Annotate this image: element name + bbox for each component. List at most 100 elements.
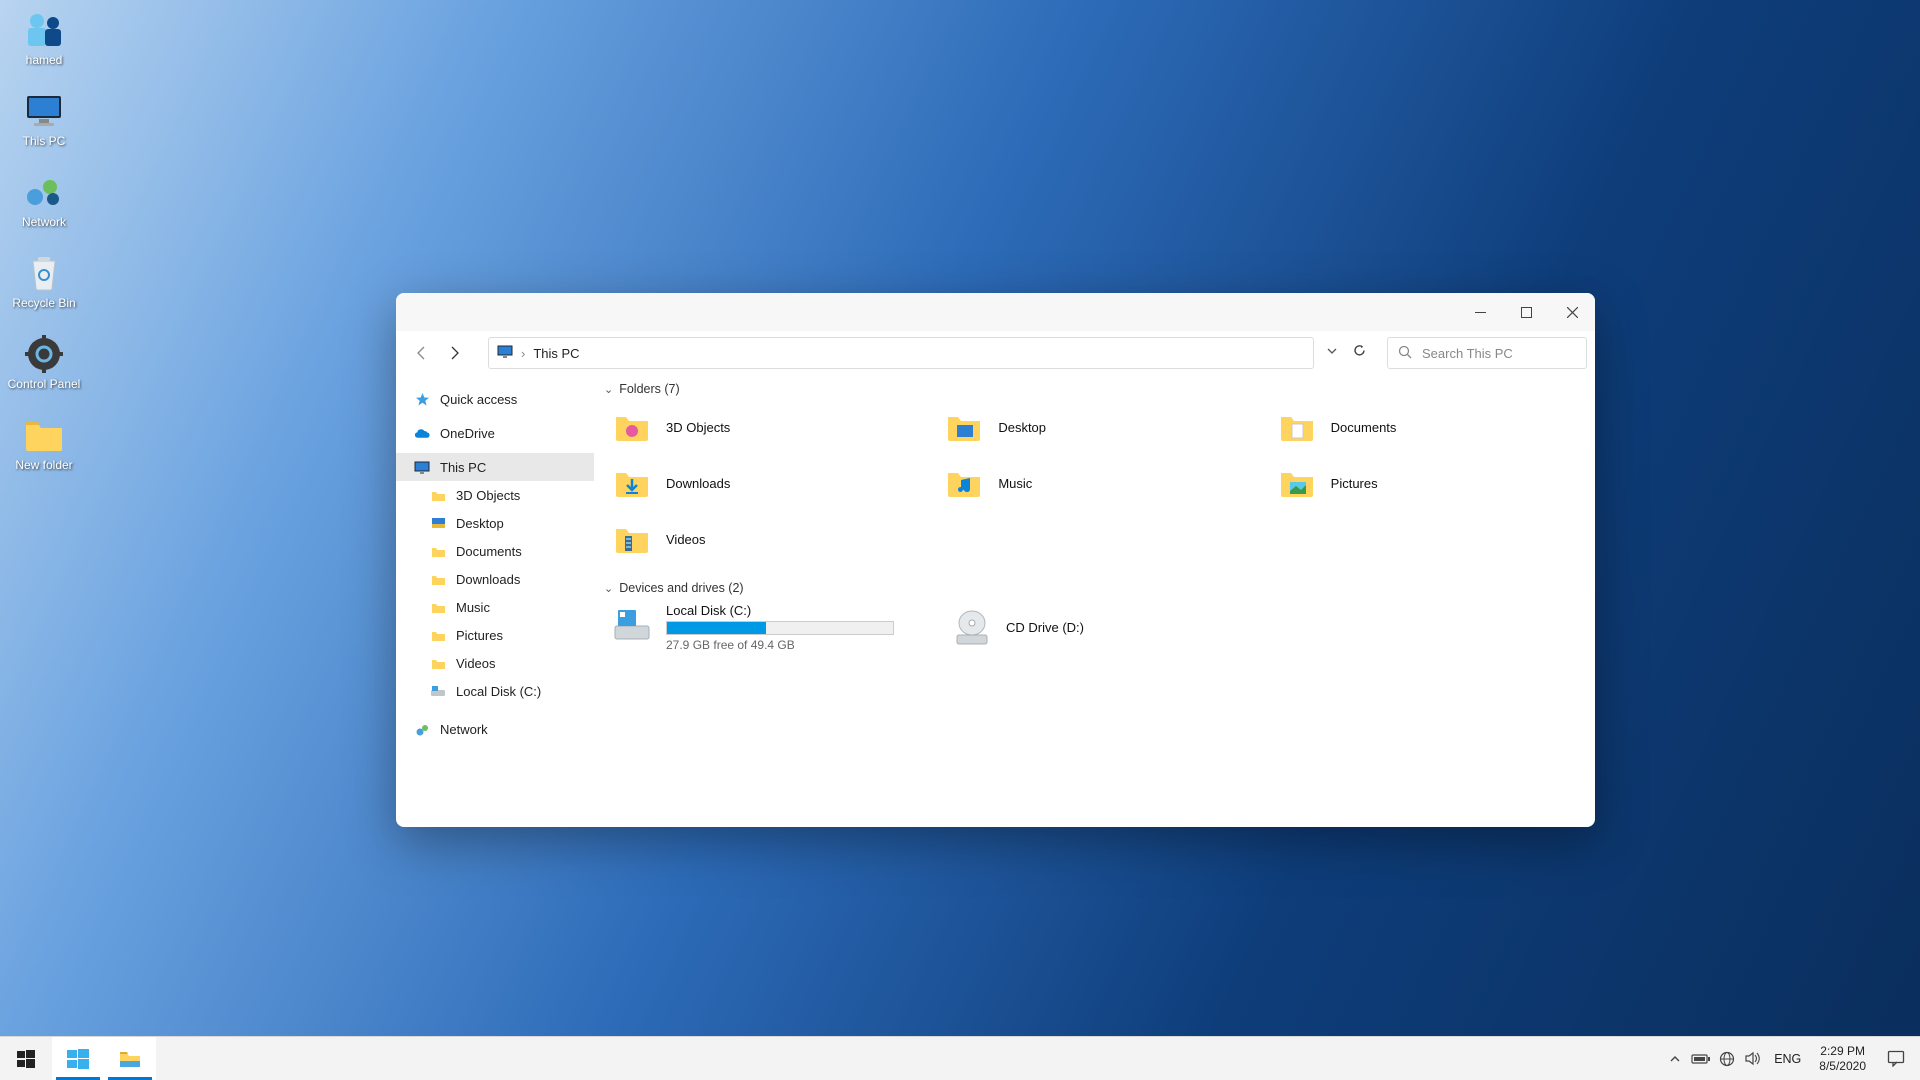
nav-3d-objects[interactable]: 3D Objects	[396, 481, 594, 509]
network-icon	[22, 172, 66, 212]
drive-local-disk-c[interactable]: Local Disk (C:) 27.9 GB free of 49.4 GB	[612, 603, 902, 652]
monitor-icon	[22, 91, 66, 131]
folder-small-icon	[430, 655, 446, 671]
taskbar-app-file-explorer[interactable]	[104, 1037, 156, 1080]
star-icon	[414, 391, 430, 407]
hard-drive-icon	[612, 603, 652, 643]
folder-icon	[612, 520, 652, 558]
folder-icon	[1277, 464, 1317, 502]
gear-icon	[22, 334, 66, 374]
nav-quick-access[interactable]: Quick access	[396, 385, 594, 413]
search-box[interactable]: Search This PC	[1387, 337, 1587, 369]
drive-name: CD Drive (D:)	[1006, 620, 1084, 635]
back-button[interactable]	[408, 339, 436, 367]
folder-pictures[interactable]: Pictures	[1277, 460, 1589, 506]
clock-time: 2:29 PM	[1819, 1044, 1866, 1059]
desktop-small-icon	[430, 515, 446, 531]
folder-documents[interactable]: Documents	[1277, 404, 1589, 450]
nav-network[interactable]: Network	[396, 715, 594, 743]
group-drives-header[interactable]: ⌄ Devices and drives (2)	[600, 578, 1589, 603]
nav-onedrive[interactable]: OneDrive	[396, 419, 594, 447]
battery-icon[interactable]	[1688, 1037, 1714, 1080]
nav-videos[interactable]: Videos	[396, 649, 594, 677]
language-indicator[interactable]: ENG	[1766, 1052, 1809, 1066]
windows-color-icon	[66, 1048, 90, 1070]
desktop-icon-label: This PC	[23, 134, 66, 148]
folder-small-icon	[430, 627, 446, 643]
desktop-icon-this-pc[interactable]: This PC	[6, 91, 82, 148]
chevron-right-icon: ›	[521, 346, 525, 361]
address-box[interactable]: › This PC	[488, 337, 1314, 369]
nav-documents[interactable]: Documents	[396, 537, 594, 565]
desktop-icon-control-panel[interactable]: Control Panel	[6, 334, 82, 391]
file-explorer-window: › This PC Search This PC Quick access On…	[396, 293, 1595, 827]
drive-cd-d[interactable]: CD Drive (D:)	[952, 603, 1242, 652]
folder-desktop[interactable]: Desktop	[944, 404, 1256, 450]
folder-icon	[612, 408, 652, 446]
cd-drive-icon	[952, 608, 992, 648]
user-people-icon	[22, 10, 66, 50]
desktop-icons: hamed This PC Network Recycle Bin Contro…	[6, 10, 82, 472]
desktop-icon-label: hamed	[26, 53, 63, 67]
nav-local-disk-c[interactable]: Local Disk (C:)	[396, 677, 594, 705]
nav-pane: Quick access OneDrive This PC 3D Objects…	[396, 375, 594, 827]
folder-small-icon	[430, 599, 446, 615]
folder-icon	[1277, 408, 1317, 446]
drive-usage-bar	[666, 621, 894, 635]
folder-3d-objects[interactable]: 3D Objects	[612, 404, 924, 450]
folder-small-icon	[430, 543, 446, 559]
monitor-small-icon	[414, 459, 430, 475]
folder-music[interactable]: Music	[944, 460, 1256, 506]
desktop-icon-network[interactable]: Network	[6, 172, 82, 229]
folder-icon	[944, 408, 984, 446]
volume-icon[interactable]	[1740, 1037, 1766, 1080]
network-tray-icon[interactable]	[1714, 1037, 1740, 1080]
action-center-button[interactable]	[1876, 1050, 1916, 1067]
address-bar: › This PC Search This PC	[396, 331, 1595, 375]
close-button[interactable]	[1549, 293, 1595, 331]
folder-taskbar-icon	[118, 1049, 142, 1069]
nav-desktop[interactable]: Desktop	[396, 509, 594, 537]
minimize-button[interactable]	[1457, 293, 1503, 331]
taskbar-app-settings[interactable]	[52, 1037, 104, 1080]
maximize-button[interactable]	[1503, 293, 1549, 331]
desktop-icon-new-folder[interactable]: New folder	[6, 415, 82, 472]
start-button[interactable]	[0, 1037, 52, 1080]
clock-date: 8/5/2020	[1819, 1059, 1866, 1074]
folder-videos[interactable]: Videos	[612, 516, 924, 562]
desktop-icon-recycle-bin[interactable]: Recycle Bin	[6, 253, 82, 310]
nav-this-pc[interactable]: This PC	[396, 453, 594, 481]
folder-small-icon	[430, 487, 446, 503]
clock[interactable]: 2:29 PM 8/5/2020	[1809, 1044, 1876, 1074]
monitor-small-icon	[497, 345, 513, 362]
nav-pictures[interactable]: Pictures	[396, 621, 594, 649]
drive-free-text: 27.9 GB free of 49.4 GB	[666, 638, 894, 652]
search-icon	[1398, 345, 1412, 362]
folder-small-icon	[430, 571, 446, 587]
content-pane: ⌄ Folders (7) 3D Objects Desktop Documen…	[594, 375, 1595, 827]
taskbar: ENG 2:29 PM 8/5/2020	[0, 1036, 1920, 1080]
forward-button[interactable]	[440, 339, 468, 367]
cloud-icon	[414, 425, 430, 441]
desktop-icon-label: New folder	[15, 458, 72, 472]
windows-logo-icon	[17, 1050, 35, 1068]
dropdown-button[interactable]	[1326, 344, 1338, 362]
folder-icon	[22, 415, 66, 455]
nav-music[interactable]: Music	[396, 593, 594, 621]
nav-downloads[interactable]: Downloads	[396, 565, 594, 593]
desktop-icon-label: Recycle Bin	[12, 296, 75, 310]
group-folders-header[interactable]: ⌄ Folders (7)	[600, 379, 1589, 404]
desktop-icon-user[interactable]: hamed	[6, 10, 82, 67]
tray-overflow-button[interactable]	[1662, 1037, 1688, 1080]
folder-downloads[interactable]: Downloads	[612, 460, 924, 506]
desktop-icon-label: Control Panel	[8, 377, 81, 391]
titlebar[interactable]	[396, 293, 1595, 331]
breadcrumb[interactable]: This PC	[533, 346, 579, 361]
drive-name: Local Disk (C:)	[666, 603, 894, 618]
drive-small-icon	[430, 683, 446, 699]
folder-icon	[612, 464, 652, 502]
chevron-down-icon: ⌄	[604, 582, 613, 595]
search-placeholder: Search This PC	[1422, 346, 1513, 361]
recycle-bin-icon	[22, 253, 66, 293]
refresh-button[interactable]	[1352, 343, 1367, 363]
